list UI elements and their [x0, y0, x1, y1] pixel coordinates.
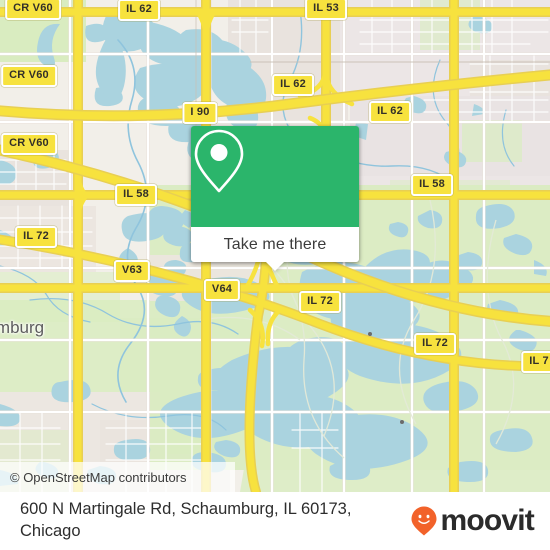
road-shield-il-72-2[interactable]: IL 72 — [299, 291, 341, 313]
road-shield-il-72-4[interactable]: IL 7 — [521, 351, 550, 373]
moovit-smiley-pin-icon — [411, 506, 437, 536]
road-shield-il-58-1[interactable]: IL 58 — [115, 184, 157, 206]
place-label: mburg — [0, 318, 45, 337]
popup-image-area — [191, 126, 359, 227]
road-shield-il-72-3[interactable]: IL 72 — [414, 333, 456, 355]
popup-tail — [265, 261, 285, 271]
map-pin-icon — [194, 129, 244, 193]
road-shield-il-62-3[interactable]: IL 62 — [369, 101, 411, 123]
moovit-wordmark: moovit — [440, 504, 534, 537]
road-shield-v64[interactable]: V64 — [203, 279, 241, 301]
road-shield-cr-v60-1[interactable]: CR V60 — [5, 0, 61, 20]
footer-bar: 600 N Martingale Rd, Schaumburg, IL 6017… — [0, 492, 550, 550]
popup-action-area[interactable]: Take me there — [191, 227, 359, 271]
attribution-text[interactable]: © OpenStreetMap contributors — [10, 470, 187, 485]
road-shield-cr-v60-2[interactable]: CR V60 — [1, 65, 57, 87]
map-popup-card[interactable]: Take me there — [191, 126, 359, 271]
moovit-logo[interactable]: moovit — [411, 504, 535, 537]
address-text: 600 N Martingale Rd, Schaumburg, IL 6017… — [20, 500, 352, 540]
road-shield-il-53[interactable]: IL 53 — [305, 0, 347, 20]
road-shield-il-58-2[interactable]: IL 58 — [411, 174, 453, 196]
road-shield-il-62-2[interactable]: IL 62 — [272, 74, 314, 96]
map-screenshot-root: .w{fill:#aad3df} .pk{fill:#d9ecc0} .fo{f… — [0, 0, 550, 550]
map-attribution: © OpenStreetMap contributors — [0, 462, 235, 492]
take-me-there-label: Take me there — [223, 235, 327, 253]
road-shield-il-72-1[interactable]: IL 72 — [15, 226, 57, 248]
road-shield-v63[interactable]: V63 — [113, 260, 151, 282]
map-canvas[interactable]: .w{fill:#aad3df} .pk{fill:#d9ecc0} .fo{f… — [0, 0, 550, 492]
road-shield-i-90[interactable]: I 90 — [182, 102, 218, 124]
road-shield-cr-v60-3[interactable]: CR V60 — [1, 133, 57, 155]
road-shield-il-62-1[interactable]: IL 62 — [118, 0, 160, 21]
